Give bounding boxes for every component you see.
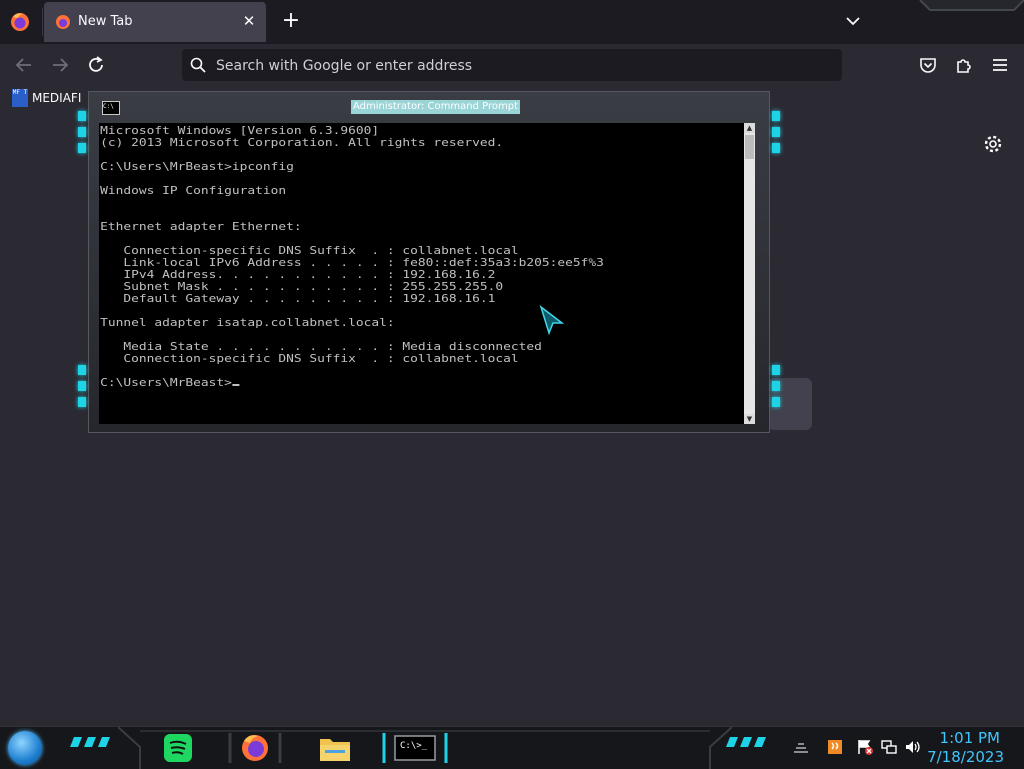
bookmark-mediafire[interactable]: MEDIAFIRE bbox=[32, 91, 82, 105]
firefox-menu-icon[interactable] bbox=[8, 10, 32, 34]
tab-new-tab[interactable]: New Tab ✕ bbox=[44, 2, 266, 42]
scroll-thumb[interactable] bbox=[745, 135, 754, 159]
pocket-icon[interactable] bbox=[916, 53, 940, 77]
frame-accent bbox=[772, 143, 780, 153]
chevron-down-icon[interactable] bbox=[842, 10, 864, 32]
frame-accent bbox=[78, 111, 86, 121]
java-update-icon[interactable] bbox=[826, 738, 844, 756]
reload-icon[interactable] bbox=[84, 53, 108, 77]
frame-accent bbox=[78, 381, 86, 391]
frame-accent bbox=[78, 127, 86, 137]
firefox-icon bbox=[228, 733, 282, 763]
taskbar-firefox[interactable] bbox=[228, 731, 282, 765]
close-tab-icon[interactable]: ✕ bbox=[240, 12, 258, 30]
taskbar: C:\>_ 1:01 PM 7/18/2023 bbox=[0, 726, 1024, 769]
action-center-flag-icon[interactable] bbox=[856, 738, 874, 756]
taskbar-file-explorer[interactable] bbox=[308, 731, 362, 765]
console-line: C:\Users\MrBeast>ipconfig bbox=[100, 160, 294, 173]
frame-accent bbox=[78, 365, 86, 375]
console-line: Connection-specific DNS Suffix . : colla… bbox=[100, 352, 519, 365]
show-hidden-icons-icon[interactable] bbox=[792, 738, 810, 756]
console-line: Default Gateway . . . . . . . . . : 192.… bbox=[100, 292, 496, 305]
system-clock[interactable]: 1:01 PM 7/18/2023 bbox=[918, 727, 1018, 769]
url-bar[interactable] bbox=[182, 49, 842, 81]
firefox-favicon-icon bbox=[55, 14, 71, 30]
console-line: C:\Users\MrBeast> bbox=[100, 376, 232, 389]
navigation-bar bbox=[0, 44, 1024, 86]
taskbar-spotify[interactable] bbox=[152, 731, 206, 765]
search-icon bbox=[190, 57, 206, 73]
scroll-down-arrow-icon[interactable]: ▼ bbox=[744, 414, 755, 424]
console-line: Windows IP Configuration bbox=[100, 184, 287, 197]
window-frame-decoration bbox=[919, 0, 1024, 11]
cmd-window-title: Administrator: Command Prompt bbox=[351, 100, 520, 114]
taskbar-command-prompt[interactable]: C:\>_ bbox=[382, 731, 448, 765]
taskbar-decoration bbox=[70, 737, 110, 747]
gear-icon[interactable] bbox=[982, 133, 1004, 155]
frame-accent bbox=[772, 381, 780, 391]
extensions-icon[interactable] bbox=[952, 53, 976, 77]
frame-accent bbox=[78, 143, 86, 153]
clock-date: 7/18/2023 bbox=[927, 748, 1004, 766]
frame-accent bbox=[772, 397, 780, 407]
console-line: Ethernet adapter Ethernet: bbox=[100, 220, 302, 233]
cmd-thumbnail-text: C:\>_ bbox=[400, 741, 428, 751]
console-line: Tunnel adapter isatap.collabnet.local: bbox=[100, 316, 395, 329]
frame-accent bbox=[772, 127, 780, 137]
network-icon[interactable] bbox=[880, 738, 898, 756]
tab-title: New Tab bbox=[78, 14, 133, 29]
frame-accent bbox=[772, 365, 780, 375]
taskbar-decoration bbox=[726, 737, 766, 747]
back-arrow-icon[interactable] bbox=[12, 53, 36, 77]
console-output[interactable]: Microsoft Windows [Version 6.3.9600] (c)… bbox=[99, 123, 744, 424]
forward-arrow-icon[interactable] bbox=[48, 53, 72, 77]
cmd-title-bar[interactable]: C:\ Administrator: Command Prompt bbox=[96, 97, 756, 121]
console-line: (c) 2013 Microsoft Corporation. All righ… bbox=[100, 136, 504, 149]
hamburger-menu-icon[interactable] bbox=[988, 53, 1012, 77]
text-cursor bbox=[231, 384, 239, 386]
mediafire-bookmark-icon[interactable]: MF T bbox=[12, 89, 28, 107]
start-button[interactable] bbox=[8, 731, 42, 765]
scroll-up-arrow-icon[interactable]: ▲ bbox=[744, 123, 755, 133]
search-input[interactable] bbox=[214, 53, 818, 79]
spotify-icon bbox=[164, 734, 192, 762]
vertical-scrollbar[interactable]: ▲ ▼ bbox=[744, 123, 755, 424]
frame-accent bbox=[78, 397, 86, 407]
tab-separator bbox=[42, 8, 43, 36]
mouse-cursor-icon bbox=[539, 305, 565, 335]
command-prompt-window[interactable]: C:\ Administrator: Command Prompt Micros… bbox=[78, 89, 780, 435]
tab-bar: New Tab ✕ + bbox=[0, 0, 1024, 44]
new-tab-button[interactable]: + bbox=[278, 8, 304, 34]
clock-time: 1:01 PM bbox=[939, 729, 1000, 747]
file-explorer-icon bbox=[320, 739, 350, 761]
cmd-app-icon[interactable]: C:\ bbox=[102, 101, 120, 115]
console-text: Microsoft Windows [Version 6.3.9600] (c)… bbox=[99, 123, 744, 389]
frame-accent bbox=[772, 111, 780, 121]
